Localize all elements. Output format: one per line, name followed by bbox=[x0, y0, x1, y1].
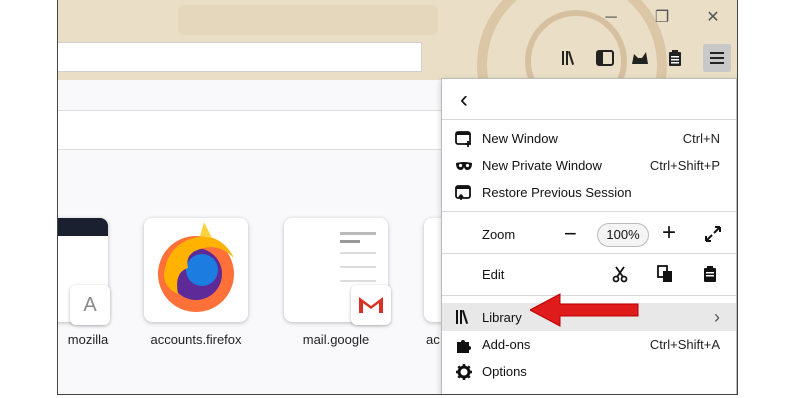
new-window-icon bbox=[454, 130, 474, 147]
chevron-left-icon: ‹ bbox=[460, 86, 468, 113]
top-site-tile[interactable] bbox=[144, 218, 248, 322]
titlebar-decoration bbox=[178, 5, 438, 35]
library-icon bbox=[562, 51, 575, 65]
zoom-controls: Zoom − 100% + bbox=[442, 217, 736, 253]
zoom-in-button[interactable]: + bbox=[662, 219, 676, 247]
menu-item-shortcut: Ctrl+N bbox=[682, 131, 720, 146]
firefox-account-button[interactable] bbox=[626, 44, 654, 72]
fullscreen-icon bbox=[705, 226, 721, 242]
browser-window: ─ ❐ ✕ A mozilla accounts.firefox mail.go… bbox=[57, 0, 738, 395]
gear-icon bbox=[454, 363, 474, 381]
tile-thumbnail bbox=[58, 218, 108, 236]
zoom-label: Zoom bbox=[482, 227, 516, 242]
tile-label: mail.google bbox=[302, 332, 370, 347]
menu-item-new-private-window[interactable]: New Private Window Ctrl+Shift+P bbox=[442, 152, 736, 179]
fox-icon bbox=[632, 52, 648, 64]
menu-item-restore-session[interactable]: Restore Previous Session bbox=[442, 179, 736, 206]
menu-item-label: Restore Previous Session bbox=[482, 185, 632, 200]
tile-favicon bbox=[351, 285, 391, 325]
search-input[interactable] bbox=[58, 110, 448, 150]
sidebar-icon bbox=[596, 50, 614, 66]
minimize-button[interactable]: ─ bbox=[598, 6, 624, 30]
clipboard-button[interactable] bbox=[661, 44, 689, 72]
titlebar: ─ ❐ ✕ bbox=[58, 0, 737, 80]
chevron-right-icon: › bbox=[714, 306, 720, 327]
menu-item-options[interactable]: Options bbox=[442, 358, 736, 385]
library-icon bbox=[454, 309, 474, 325]
open-menu-button[interactable] bbox=[703, 44, 731, 72]
fullscreen-button[interactable] bbox=[704, 225, 722, 246]
tile-favicon-letter: A bbox=[83, 293, 97, 316]
hamburger-menu-icon bbox=[710, 52, 724, 64]
zoom-reset-button[interactable]: 100% bbox=[597, 223, 649, 247]
close-button[interactable]: ✕ bbox=[700, 6, 726, 30]
paste-icon bbox=[704, 266, 716, 282]
zoom-out-button[interactable]: − bbox=[564, 221, 577, 247]
menu-item-shortcut: Ctrl+Shift+P bbox=[649, 158, 720, 173]
menu-item-new-window[interactable]: New Window Ctrl+N bbox=[442, 125, 736, 152]
tile-label: mozilla bbox=[67, 332, 109, 347]
copy-button[interactable] bbox=[657, 265, 673, 286]
private-mask-icon bbox=[454, 160, 474, 172]
url-bar[interactable] bbox=[58, 42, 422, 72]
copy-icon bbox=[657, 265, 672, 282]
tile-favicon: A bbox=[70, 285, 110, 325]
app-menu-panel: ‹ New Window Ctrl+N New Private Window C… bbox=[441, 78, 737, 394]
tile-label: accounts.firefox bbox=[150, 332, 242, 347]
menu-item-shortcut: Ctrl+Shift+A bbox=[649, 337, 720, 352]
library-button[interactable] bbox=[556, 44, 584, 72]
edit-label: Edit bbox=[482, 267, 505, 282]
menu-item-label: Add-ons bbox=[482, 337, 531, 352]
scissors-icon bbox=[612, 266, 628, 283]
menu-separator bbox=[442, 253, 736, 254]
cut-button[interactable] bbox=[612, 265, 628, 286]
puzzle-piece-icon bbox=[454, 336, 474, 354]
gmail-icon bbox=[359, 297, 383, 313]
menu-item-label: New Private Window bbox=[482, 158, 602, 173]
menu-item-label: New Window bbox=[482, 131, 558, 146]
annotation-arrow bbox=[530, 293, 639, 327]
paste-button[interactable] bbox=[703, 265, 717, 286]
menu-item-addons[interactable]: Add-ons Ctrl+Shift+A bbox=[442, 331, 736, 358]
menu-back-button[interactable]: ‹ bbox=[442, 85, 736, 115]
menu-separator bbox=[442, 119, 736, 120]
menu-item-label: Options bbox=[482, 364, 527, 379]
restore-session-icon bbox=[454, 184, 474, 201]
edit-controls: Edit bbox=[442, 259, 736, 291]
sidebar-button[interactable] bbox=[591, 44, 619, 72]
menu-separator bbox=[442, 211, 736, 212]
restore-button[interactable]: ❐ bbox=[649, 6, 675, 30]
firefox-logo-icon bbox=[158, 222, 234, 312]
clipboard-icon bbox=[669, 50, 681, 66]
